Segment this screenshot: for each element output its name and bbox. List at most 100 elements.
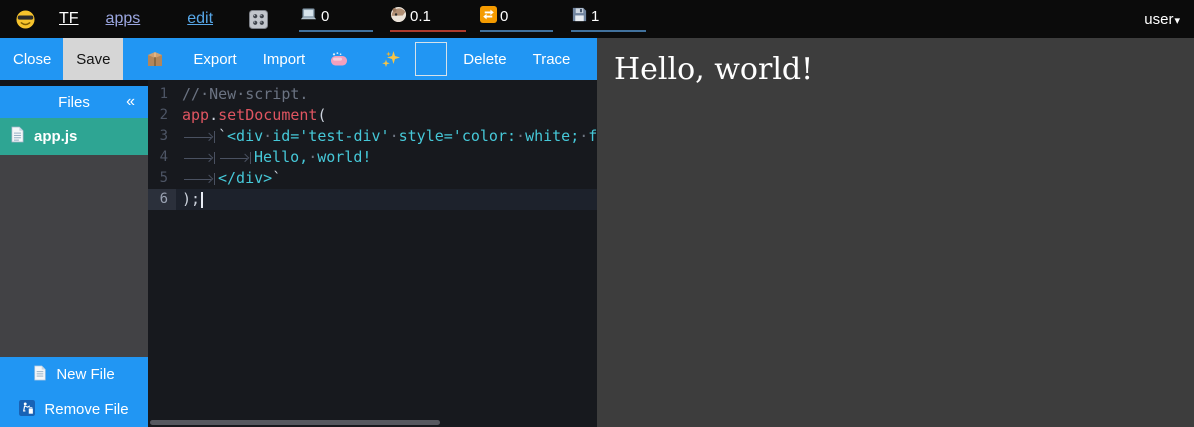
stat-laptop-value: 0 <box>321 8 329 25</box>
code-text: ); <box>176 189 203 210</box>
new-file-button[interactable]: New File <box>0 357 148 392</box>
chevron-down-icon: ▾ <box>1174 12 1180 27</box>
code-token: f <box>588 127 597 145</box>
control-knobs-icon[interactable] <box>249 10 268 29</box>
preview-panel: Hello, world! <box>597 38 1194 427</box>
nav-link-edit[interactable]: edit <box>187 10 213 28</box>
code-text: Hello,·world! <box>176 147 371 168</box>
code-token: ); <box>182 190 200 208</box>
code-token: script. <box>245 85 308 103</box>
tab-whitespace-marker <box>182 152 215 164</box>
sidebar-filler <box>0 155 148 357</box>
files-header-label: Files <box>58 94 90 111</box>
code-token: </div> <box>218 169 272 187</box>
stat-hamster-value: 0.1 <box>410 8 431 25</box>
code-token: style='color: <box>399 127 516 145</box>
save-button[interactable]: Save <box>63 38 123 80</box>
code-token: · <box>390 127 399 145</box>
file-name: app.js <box>34 128 77 145</box>
code-line[interactable]: 4Hello,·world! <box>148 147 597 168</box>
repeat-icon <box>480 6 497 27</box>
tab-whitespace-marker <box>218 152 251 164</box>
litter-bin-icon <box>19 400 35 420</box>
line-number: 6 <box>148 189 176 210</box>
export-button[interactable]: Export <box>193 51 236 68</box>
stat-laptop: 0 <box>299 6 373 32</box>
code-token: app <box>182 106 209 124</box>
nav-link-apps[interactable]: apps <box>106 10 141 28</box>
line-number: 1 <box>148 84 176 105</box>
sparkles-icon[interactable] <box>381 49 401 69</box>
code-text: `<div·id='test-div'·style='color:·white;… <box>176 126 597 147</box>
code-token: // <box>182 85 200 103</box>
code-token: ( <box>317 106 326 124</box>
remove-file-label: Remove File <box>44 401 128 418</box>
editor-toolbar: Close Save Export Import <box>0 38 597 80</box>
code-token: id='test-div' <box>272 127 389 145</box>
code-area: 1//·New·script.2app.setDocument(3`<div·i… <box>148 84 597 210</box>
line-number: 5 <box>148 168 176 189</box>
delete-button[interactable]: Delete <box>463 51 506 68</box>
stat-floppy: 1 <box>571 6 646 32</box>
code-line[interactable]: 1//·New·script. <box>148 84 597 105</box>
tab-whitespace-marker <box>182 173 215 185</box>
code-token: ` <box>272 169 281 187</box>
editor-pane: Close Save Export Import <box>0 38 597 427</box>
files-header: Files « <box>0 86 148 118</box>
code-token: setDocument <box>218 106 317 124</box>
hamster-icon <box>390 6 407 27</box>
code-line[interactable]: 6); <box>148 189 597 210</box>
preview-heading: Hello, world! <box>614 52 1194 87</box>
file-item-appjs[interactable]: app.js <box>0 118 148 155</box>
code-token: · <box>200 85 209 103</box>
stat-repeat: 0 <box>480 6 553 32</box>
sunglasses-face-icon[interactable] <box>15 9 36 30</box>
code-line[interactable]: 2app.setDocument( <box>148 105 597 126</box>
import-button[interactable]: Import <box>263 51 306 68</box>
line-number: 3 <box>148 126 176 147</box>
toolbar-empty-box[interactable] <box>415 42 447 76</box>
new-file-label: New File <box>56 366 114 383</box>
code-line[interactable]: 5</div>` <box>148 168 597 189</box>
main-area: Close Save Export Import <box>0 38 1194 427</box>
code-token: · <box>236 85 245 103</box>
code-token: · <box>263 127 272 145</box>
top-bar: TF apps edit 0 <box>0 0 1194 38</box>
code-token: . <box>209 106 218 124</box>
code-token: · <box>308 148 317 166</box>
soap-icon[interactable] <box>329 51 349 67</box>
code-token: <div <box>227 127 263 145</box>
code-text: app.setDocument( <box>176 105 327 126</box>
line-number: 4 <box>148 147 176 168</box>
files-sidebar: Files « <box>0 80 148 427</box>
remove-file-button[interactable]: Remove File <box>0 392 148 427</box>
collapse-sidebar-button[interactable]: « <box>126 93 135 111</box>
code-token: Hello, <box>254 148 308 166</box>
code-token: · <box>516 127 525 145</box>
close-button[interactable]: Close <box>13 51 51 68</box>
stat-repeat-value: 0 <box>500 8 508 25</box>
package-icon[interactable] <box>145 49 165 69</box>
code-token: · <box>579 127 588 145</box>
code-line[interactable]: 3`<div·id='test-div'·style='color:·white… <box>148 126 597 147</box>
stat-floppy-value: 1 <box>591 8 599 25</box>
user-menu[interactable]: user ▾ <box>1144 11 1180 28</box>
code-token: New <box>209 85 236 103</box>
stat-hamster: 0.1 <box>390 6 466 32</box>
line-number: 2 <box>148 105 176 126</box>
laptop-icon <box>299 6 318 27</box>
trace-button[interactable]: Trace <box>533 51 571 68</box>
code-text: //·New·script. <box>176 84 308 105</box>
nav-link-tf[interactable]: TF <box>59 10 79 28</box>
horizontal-scrollbar[interactable] <box>150 420 440 425</box>
code-token: world! <box>317 148 371 166</box>
floppy-disk-icon <box>571 6 588 27</box>
user-menu-label: user <box>1144 11 1173 28</box>
code-token: ` <box>218 127 227 145</box>
tab-whitespace-marker <box>182 131 215 143</box>
workspace: Files « <box>0 80 597 427</box>
text-cursor <box>201 192 203 208</box>
code-text: </div>` <box>176 168 281 189</box>
code-editor[interactable]: 1//·New·script.2app.setDocument(3`<div·i… <box>148 80 597 427</box>
code-token: white; <box>525 127 579 145</box>
